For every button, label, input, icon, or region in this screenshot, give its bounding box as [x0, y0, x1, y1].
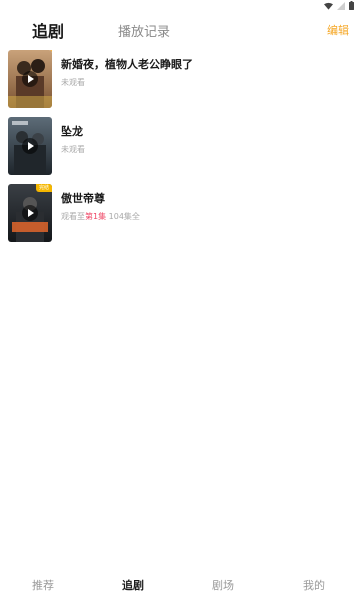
top-tabs: 追剧 播放记录 编辑 — [0, 16, 358, 54]
signal-icon — [337, 1, 345, 10]
play-icon — [22, 205, 38, 221]
completed-badge: 完结 — [35, 184, 52, 192]
drama-poster[interactable] — [8, 50, 52, 108]
drama-poster[interactable] — [8, 117, 52, 175]
wifi-icon — [324, 2, 333, 10]
play-icon — [22, 71, 38, 87]
list-item[interactable]: 完结 傲世帝尊 观看至第1集 104集全 — [0, 184, 358, 244]
bottom-nav: 推荐 追剧 剧场 我的 — [0, 570, 358, 598]
drama-title: 傲世帝尊 — [61, 192, 105, 205]
tab-play-history[interactable]: 播放记录 — [118, 21, 170, 40]
status-bar — [0, 0, 358, 14]
current-episode: 第1集 — [85, 212, 107, 221]
nav-theater[interactable]: 剧场 — [212, 577, 234, 593]
play-icon — [22, 138, 38, 154]
nav-recommend[interactable]: 推荐 — [32, 577, 54, 593]
watch-status: 未观看 — [61, 145, 85, 154]
tab-active-indicator — [40, 40, 52, 54]
drama-poster[interactable]: 完结 — [8, 184, 52, 242]
drama-title: 坠龙 — [61, 125, 83, 138]
drama-title: 新婚夜，植物人老公睁眼了 — [61, 58, 193, 71]
list-item[interactable]: 新婚夜，植物人老公睁眼了 未观看 — [0, 50, 358, 110]
edit-button[interactable]: 编辑 — [327, 22, 349, 38]
watch-status: 未观看 — [61, 78, 85, 87]
list-item[interactable]: 坠龙 未观看 — [0, 117, 358, 177]
nav-following[interactable]: 追剧 — [122, 577, 144, 593]
watch-progress: 观看至第1集 104集全 — [61, 212, 140, 221]
nav-mine[interactable]: 我的 — [303, 577, 325, 593]
battery-icon — [349, 1, 354, 10]
tab-following[interactable]: 追剧 — [32, 18, 64, 42]
total-episodes: 104集全 — [108, 212, 140, 221]
